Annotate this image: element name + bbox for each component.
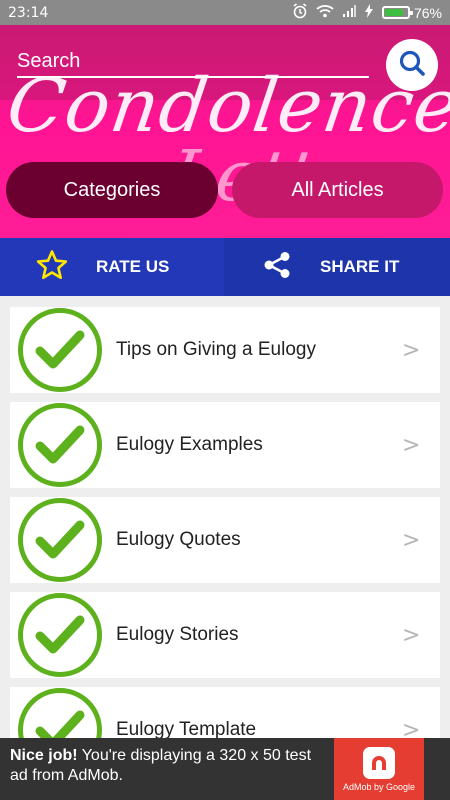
list-item[interactable]: Eulogy Examples > xyxy=(10,402,440,488)
share-it-label: SHARE IT xyxy=(320,257,400,276)
chevron-right-icon: > xyxy=(402,337,421,363)
check-icon xyxy=(18,403,102,487)
status-icons: 76% xyxy=(292,3,442,22)
search-input[interactable] xyxy=(17,46,369,78)
chevron-right-icon: > xyxy=(402,527,421,553)
list-item[interactable]: Tips on Giving a Eulogy > xyxy=(10,307,440,393)
list-item-label: Tips on Giving a Eulogy xyxy=(116,339,316,360)
admob-badge-label: AdMob by Google xyxy=(342,781,416,792)
ad-filler xyxy=(424,738,450,800)
wifi-icon xyxy=(316,4,334,21)
check-icon xyxy=(18,498,102,582)
admob-icon xyxy=(363,746,395,779)
battery-percent: 76% xyxy=(413,4,442,21)
search-icon xyxy=(398,49,426,82)
chevron-right-icon: > xyxy=(402,622,421,648)
list-item-label: Eulogy Stories xyxy=(116,624,239,645)
header-banner: Condolence Letter Categories All Article… xyxy=(0,25,450,238)
share-icon xyxy=(262,250,292,285)
ad-text: Nice job! You're displaying a 320 x 50 t… xyxy=(0,738,334,800)
battery-icon xyxy=(381,6,413,19)
list-item-label: Eulogy Quotes xyxy=(116,529,241,550)
status-bar: 23:14 76% xyxy=(0,0,450,25)
star-icon xyxy=(36,249,68,286)
list-item[interactable]: Eulogy Quotes > xyxy=(10,497,440,583)
action-bar: RATE US SHARE IT xyxy=(0,238,450,296)
charging-icon xyxy=(364,4,374,21)
all-articles-button[interactable]: All Articles xyxy=(232,162,443,218)
check-icon xyxy=(18,308,102,392)
admob-logo[interactable]: AdMob by Google xyxy=(334,738,424,800)
alarm-icon xyxy=(292,3,308,22)
ad-banner[interactable]: Nice job! You're displaying a 320 x 50 t… xyxy=(0,738,450,800)
list-item[interactable]: Eulogy Stories > xyxy=(10,592,440,678)
rate-us-button[interactable]: RATE US xyxy=(0,238,224,296)
signal-icon xyxy=(342,4,356,21)
status-time: 23:14 xyxy=(8,4,49,21)
share-it-button[interactable]: SHARE IT xyxy=(224,238,450,296)
list-item-label: Eulogy Examples xyxy=(116,434,263,455)
chevron-right-icon: > xyxy=(402,432,421,458)
ad-headline: Nice job! xyxy=(10,747,78,764)
check-icon xyxy=(18,593,102,677)
search-button[interactable] xyxy=(386,39,438,91)
article-list: Tips on Giving a Eulogy > Eulogy Example… xyxy=(10,307,440,782)
rate-us-label: RATE US xyxy=(96,257,170,276)
categories-button[interactable]: Categories xyxy=(6,162,218,218)
battery: 76% xyxy=(381,4,442,21)
